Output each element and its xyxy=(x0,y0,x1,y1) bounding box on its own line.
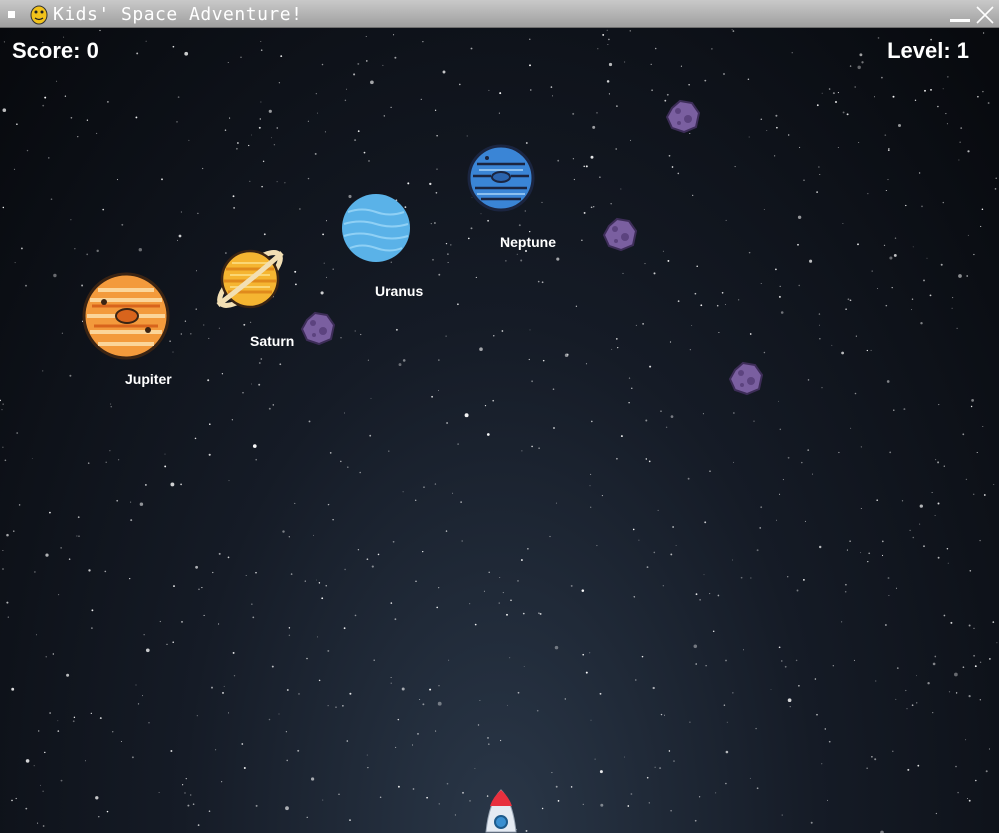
saturn-planet[interactable] xyxy=(212,241,288,317)
minimize-icon[interactable] xyxy=(950,6,972,24)
asteroid[interactable] xyxy=(300,310,336,346)
game-window: Kids' Space Adventure! Score: 0 Level: 1… xyxy=(0,0,999,833)
saturn-label: Saturn xyxy=(250,333,295,349)
game-canvas[interactable]: Score: 0 Level: 1 Jupiter Saturn Uranus … xyxy=(0,28,999,833)
neptune-label: Neptune xyxy=(500,234,556,250)
player-rocket[interactable] xyxy=(480,788,522,833)
asteroid[interactable] xyxy=(665,98,701,134)
pygame-snake-icon xyxy=(30,5,48,25)
jupiter-label: Jupiter xyxy=(125,371,172,387)
score-display: Score: 0 xyxy=(12,38,99,63)
asteroid[interactable] xyxy=(602,216,638,252)
neptune-planet[interactable] xyxy=(467,144,535,212)
jupiter-planet[interactable] xyxy=(82,272,170,360)
window-menu-icon[interactable] xyxy=(8,11,15,18)
uranus-label: Uranus xyxy=(375,283,424,299)
asteroid[interactable] xyxy=(728,360,764,396)
title-bar: Kids' Space Adventure! xyxy=(0,0,999,28)
uranus-planet[interactable] xyxy=(340,192,412,264)
level-display: Level: 1 xyxy=(887,38,969,63)
window-title: Kids' Space Adventure! xyxy=(53,4,303,25)
close-icon[interactable] xyxy=(975,5,995,25)
